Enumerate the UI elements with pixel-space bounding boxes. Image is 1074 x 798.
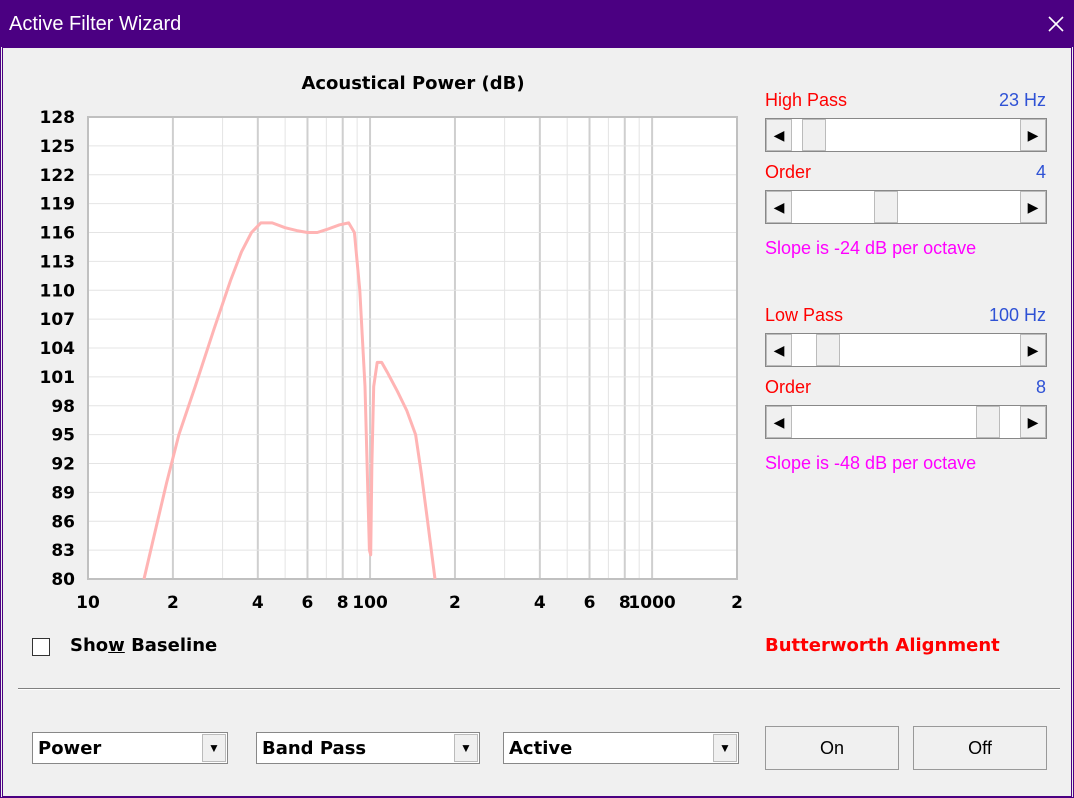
mode-combo-value: Active [509, 738, 573, 759]
slider-thumb[interactable] [802, 119, 827, 151]
title-bar: Active Filter Wizard [1, 1, 1073, 47]
scroll-right-arrow-icon[interactable]: ▶ [1020, 119, 1046, 151]
show-baseline-mnemonic: w [108, 635, 125, 656]
low-order-value: 8 [1035, 377, 1046, 397]
active-filter-wizard-window: Active Filter Wizard 128 125 122 119 116 113 1… [0, 0, 1074, 798]
window-title: Active Filter Wizard [9, 13, 182, 35]
chevron-down-icon[interactable]: ▼ [713, 734, 737, 762]
high-pass-slider[interactable]: ◀ ▶ [765, 118, 1047, 152]
measure-combo[interactable]: Power ▼ [32, 732, 228, 764]
x-tick-label: 6 [302, 593, 314, 613]
y-tick-label: 128 [40, 108, 76, 128]
dialog-client-area: 128 125 122 119 116 113 110 107 104 101 98 95 92 89 86… [2, 47, 1072, 797]
show-baseline-label[interactable]: Show Baseline [70, 635, 217, 656]
low-order-label: Order [765, 377, 812, 397]
scroll-right-arrow-icon[interactable]: ▶ [1020, 406, 1046, 438]
y-tick-label: 92 [51, 455, 75, 475]
x-tick-label: 2 [449, 593, 461, 613]
high-order-slider[interactable]: ◀ ▶ [765, 190, 1047, 224]
slider-thumb[interactable] [816, 334, 841, 366]
measure-combo-value: Power [38, 738, 102, 759]
close-button[interactable] [1027, 1, 1073, 47]
close-icon [1048, 16, 1064, 32]
scroll-left-arrow-icon[interactable]: ◀ [766, 334, 792, 366]
scroll-right-arrow-icon[interactable]: ▶ [1020, 334, 1046, 366]
frequency-response-chart: 1281251221191161131101071041019895928986… [40, 73, 743, 613]
x-tick-label: 100 [352, 593, 388, 613]
show-baseline-label-part: Baseline [124, 635, 218, 656]
high-order-label: Order [765, 162, 812, 182]
show-baseline-checkbox[interactable] [32, 638, 50, 656]
scroll-left-arrow-icon[interactable]: ◀ [766, 119, 792, 151]
chart-title: Acoustical Power (dB) [301, 73, 524, 94]
y-tick-label: 104 [40, 339, 76, 359]
x-tick-label: 2 [167, 593, 179, 613]
off-button[interactable]: Off [913, 726, 1047, 770]
x-tick-label: 2 [731, 593, 743, 613]
low-order-slider[interactable]: ◀ ▶ [765, 405, 1047, 439]
y-tick-label: 86 [51, 512, 75, 532]
mode-combo[interactable]: Active ▼ [503, 732, 739, 764]
x-tick-label: 6 [584, 593, 596, 613]
high-pass-label: High Pass [765, 90, 848, 110]
y-tick-label: 83 [51, 541, 75, 561]
high-order-value: 4 [1035, 162, 1046, 182]
y-tick-label: 116 [40, 224, 76, 244]
y-tick-label: 89 [51, 483, 75, 503]
filter-type-combo[interactable]: Band Pass ▼ [256, 732, 480, 764]
low-pass-slider[interactable]: ◀ ▶ [765, 333, 1047, 367]
high-pass-value: 23 Hz [998, 90, 1046, 110]
separator [18, 688, 1060, 690]
chevron-down-icon[interactable]: ▼ [202, 734, 226, 762]
show-baseline-label-part: Sho [70, 635, 109, 656]
high-slope-text: Slope is -24 dB per octave [765, 238, 977, 258]
x-tick-label: 8 [337, 593, 349, 613]
scroll-left-arrow-icon[interactable]: ◀ [766, 191, 792, 223]
filter-type-combo-value: Band Pass [262, 738, 367, 759]
y-tick-label: 113 [40, 252, 76, 272]
slider-thumb[interactable] [975, 406, 1000, 438]
y-tick-label: 125 [40, 137, 76, 157]
low-pass-label: Low Pass [765, 305, 844, 325]
y-tick-label: 119 [40, 195, 76, 215]
scroll-right-arrow-icon[interactable]: ▶ [1020, 191, 1046, 223]
y-tick-label: 95 [51, 426, 75, 446]
scroll-left-arrow-icon[interactable]: ◀ [766, 406, 792, 438]
x-tick-label: 10 [76, 593, 100, 613]
y-tick-label: 98 [51, 397, 75, 417]
on-button[interactable]: On [765, 726, 899, 770]
y-tick-label: 80 [51, 570, 75, 590]
alignment-label: Butterworth Alignment [765, 635, 1000, 656]
chevron-down-icon[interactable]: ▼ [454, 734, 478, 762]
x-tick-label: 4 [252, 593, 264, 613]
y-tick-label: 107 [40, 310, 76, 330]
x-tick-label: 4 [534, 593, 546, 613]
x-tick-label: 1000 [628, 593, 675, 613]
low-slope-text: Slope is -48 dB per octave [765, 453, 977, 473]
slider-thumb[interactable] [873, 191, 898, 223]
y-tick-label: 122 [40, 166, 76, 186]
y-tick-label: 101 [40, 368, 76, 388]
y-tick-label: 110 [40, 281, 76, 301]
low-pass-value: 100 Hz [988, 305, 1046, 325]
